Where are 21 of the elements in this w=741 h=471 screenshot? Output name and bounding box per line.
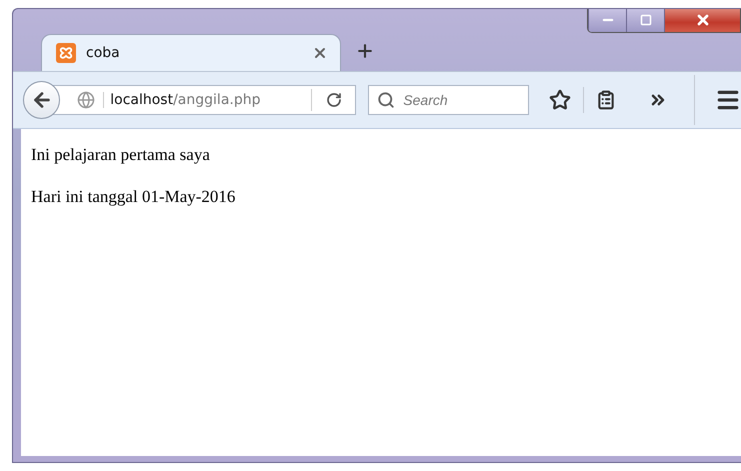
url-text: localhost/anggila.php (103, 92, 304, 108)
paragraph: Ini pelajaran pertama saya (31, 145, 211, 165)
site-icon (56, 43, 76, 63)
tab-title: coba (86, 45, 121, 61)
new-tab-icon[interactable] (355, 41, 375, 61)
paragraph: Hari ini tanggal 01-May-2016 (31, 187, 236, 207)
search-icon (377, 91, 396, 109)
back-button[interactable] (23, 81, 60, 119)
star-icon[interactable] (549, 89, 572, 111)
maximize-icon (640, 14, 652, 26)
close-button[interactable] (664, 9, 740, 32)
search-input[interactable]: Search (401, 91, 526, 109)
close-icon (694, 12, 710, 28)
reload-icon (326, 92, 342, 108)
maximize-button[interactable] (626, 9, 664, 32)
search-field[interactable]: Search (368, 85, 530, 115)
clipboard-icon[interactable] (596, 90, 616, 110)
close-tab-icon[interactable] (312, 45, 328, 61)
browser-tab[interactable]: coba (41, 34, 341, 71)
minimize-button[interactable] (588, 9, 626, 32)
globe-icon (77, 91, 96, 109)
